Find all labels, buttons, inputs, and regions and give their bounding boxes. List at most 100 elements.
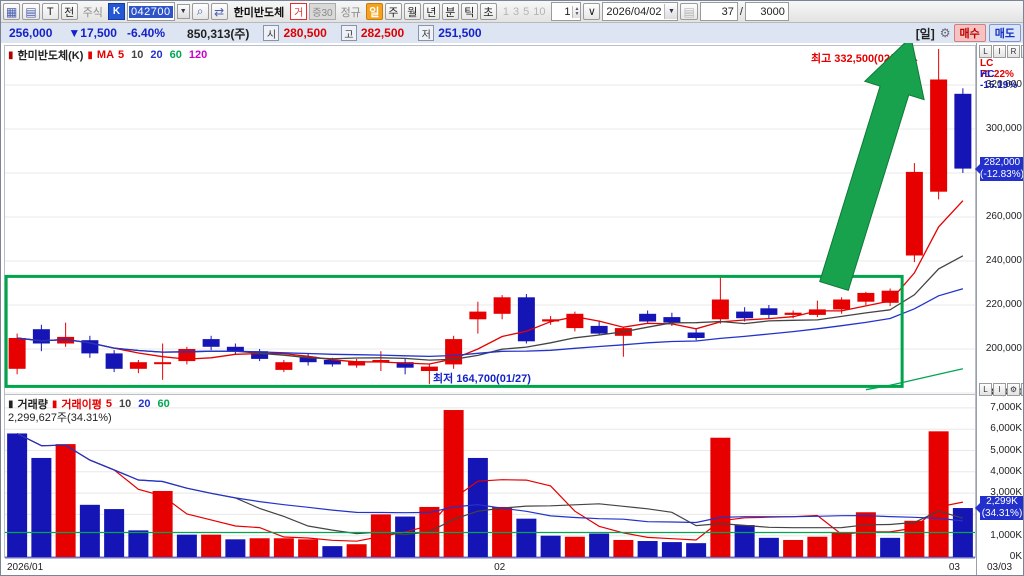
x-axis-label: 02 <box>494 562 505 573</box>
layout-grid-icon[interactable]: ▦ <box>3 3 20 20</box>
volume-axis-button-I[interactable]: I <box>993 383 1006 396</box>
chart-canvas[interactable] <box>1 43 1024 576</box>
candle-body <box>930 80 947 192</box>
check-dropdown-button[interactable]: ∨ <box>583 3 600 20</box>
volume-axis-label: 7,000K <box>990 402 1022 413</box>
candle-body <box>954 94 971 169</box>
bar-position-input[interactable]: 37 <box>700 2 738 21</box>
candle-body <box>833 300 850 310</box>
marker-price: 282,000 <box>980 157 1024 169</box>
date-picker[interactable]: 2026/04/02 ▼ <box>602 2 678 21</box>
open-price: 280,500 <box>283 26 326 40</box>
tool-button-t[interactable]: T <box>42 3 59 20</box>
minute-option-10[interactable]: 10 <box>533 6 545 18</box>
period-button-틱[interactable]: 틱 <box>461 3 478 20</box>
period-button-초[interactable]: 초 <box>480 3 497 20</box>
volume-axis-button-L[interactable]: L <box>979 383 992 396</box>
volume-marker: 2,299K (34.31%) <box>980 496 1024 520</box>
date-dropdown-arrow[interactable]: ▼ <box>664 4 677 19</box>
period-button-주[interactable]: 주 <box>385 3 402 20</box>
volume-bar <box>31 458 51 557</box>
interval-stepper[interactable]: 1 ▲▼ <box>551 2 581 21</box>
top-toolbar: ▦ ▤ T 전 주식 K 042700 ▼ ⌕ ⇄ 한미반도체 거 증30 정규… <box>1 1 1024 23</box>
ma-marker-icon: ▮ <box>87 50 93 61</box>
stock-code-input[interactable]: 042700 <box>127 2 175 21</box>
candle-body <box>9 338 26 369</box>
stock-code-value: 042700 <box>129 6 173 18</box>
stock-chart-window: ▦ ▤ T 전 주식 K 042700 ▼ ⌕ ⇄ 한미반도체 거 증30 정규… <box>0 0 1024 576</box>
minute-option-group: 135 10 <box>499 6 550 18</box>
period-button-월[interactable]: 월 <box>404 3 421 20</box>
minute-option-5[interactable]: 5 <box>523 6 529 18</box>
volume-bar <box>783 540 803 557</box>
volume-ma-period-10: 10 <box>119 398 131 410</box>
volume-bar <box>541 536 561 557</box>
low-price: 251,500 <box>438 26 481 40</box>
marker-pct: (-12.83%) <box>980 169 1024 181</box>
period-button-년[interactable]: 년 <box>423 3 440 20</box>
regular-session-label[interactable]: 정규 <box>338 4 364 20</box>
volume-bar <box>128 530 148 557</box>
refresh-icon[interactable]: ⇄ <box>211 3 228 20</box>
volume-bar <box>225 539 245 557</box>
volume-bar <box>274 538 294 557</box>
layout-split-icon[interactable]: ▤ <box>22 3 39 20</box>
price-axis-label: 200,000 <box>986 343 1022 354</box>
right-axis-panel: LIRD▢ LC 71.22% HC -15.19% 320,000300,00… <box>976 43 1024 576</box>
axis-button-I[interactable]: I <box>993 45 1006 58</box>
candle-body <box>906 172 923 256</box>
search-icon[interactable]: ⌕ <box>192 3 209 20</box>
last-price-marker: 282,000 (-12.83%) <box>980 157 1024 181</box>
volume-bar <box>807 537 827 557</box>
volume-bar <box>856 512 876 557</box>
high-badge: 고 <box>341 25 357 41</box>
volume-bar <box>7 433 27 557</box>
bar-total-input[interactable]: 3000 <box>745 2 789 21</box>
volume-axis-label: 0K <box>1010 551 1022 562</box>
volume-bar <box>322 546 342 557</box>
code-dropdown-arrow[interactable]: ▼ <box>177 4 190 19</box>
current-price: 256,000 <box>9 26 52 40</box>
axis-button-L[interactable]: L <box>979 45 992 58</box>
candle-body <box>760 308 777 315</box>
chart-area: ▮ 한미반도체(K) ▮ MA 5102060120 ▮ 거래량 ▮ 거래이평 … <box>1 43 1024 576</box>
margin-badge: 증30 <box>309 3 335 20</box>
sell-button[interactable]: 매도 <box>989 24 1021 42</box>
ma-period-10: 10 <box>131 49 143 61</box>
period-button-일[interactable]: 일 <box>366 3 383 20</box>
slash-label: / <box>740 6 743 18</box>
volume-marker-value: 2,299K <box>980 496 1024 508</box>
volume-bar <box>468 458 488 557</box>
volume-bar <box>444 410 464 557</box>
x-axis-label: 2026/01 <box>7 562 43 573</box>
buy-button[interactable]: 매수 <box>954 24 986 42</box>
candle-body <box>203 339 220 347</box>
open-badge: 시 <box>263 25 279 41</box>
candle-body <box>857 293 874 302</box>
date-value: 2026/04/02 <box>606 6 661 18</box>
minute-option-3[interactable]: 3 <box>513 6 519 18</box>
candle-body <box>154 362 171 364</box>
gear-icon[interactable]: ⚙ <box>940 26 951 40</box>
candle-body <box>566 314 583 328</box>
volume-bar <box>759 538 779 557</box>
ma-period-120: 120 <box>189 49 207 61</box>
volume-bar <box>177 535 197 557</box>
tool-button-jeon[interactable]: 전 <box>61 3 78 20</box>
ma-label: MA <box>97 49 114 61</box>
volume-bar <box>516 519 536 557</box>
volume-bar <box>56 444 76 557</box>
settings-icon[interactable]: ⚙ <box>1007 383 1020 396</box>
minute-option-1[interactable]: 1 <box>503 6 509 18</box>
quote-info-bar: 256,000 ▼17,500 -6.40% 850,313(주) 시 280,… <box>1 23 1024 44</box>
candle-body <box>494 297 511 314</box>
asset-type-label[interactable]: 주식 <box>80 4 106 20</box>
period-button-분[interactable]: 분 <box>442 3 459 20</box>
candle-body <box>130 362 147 369</box>
volume-bar <box>589 534 609 557</box>
volume-bar <box>904 521 924 557</box>
volume-marker-pct: (34.31%) <box>980 508 1024 520</box>
axis-button-R[interactable]: R <box>1007 45 1020 58</box>
bar-list-icon[interactable]: ▤ <box>680 3 697 20</box>
stepper-arrows-icon[interactable]: ▲▼ <box>572 6 580 18</box>
